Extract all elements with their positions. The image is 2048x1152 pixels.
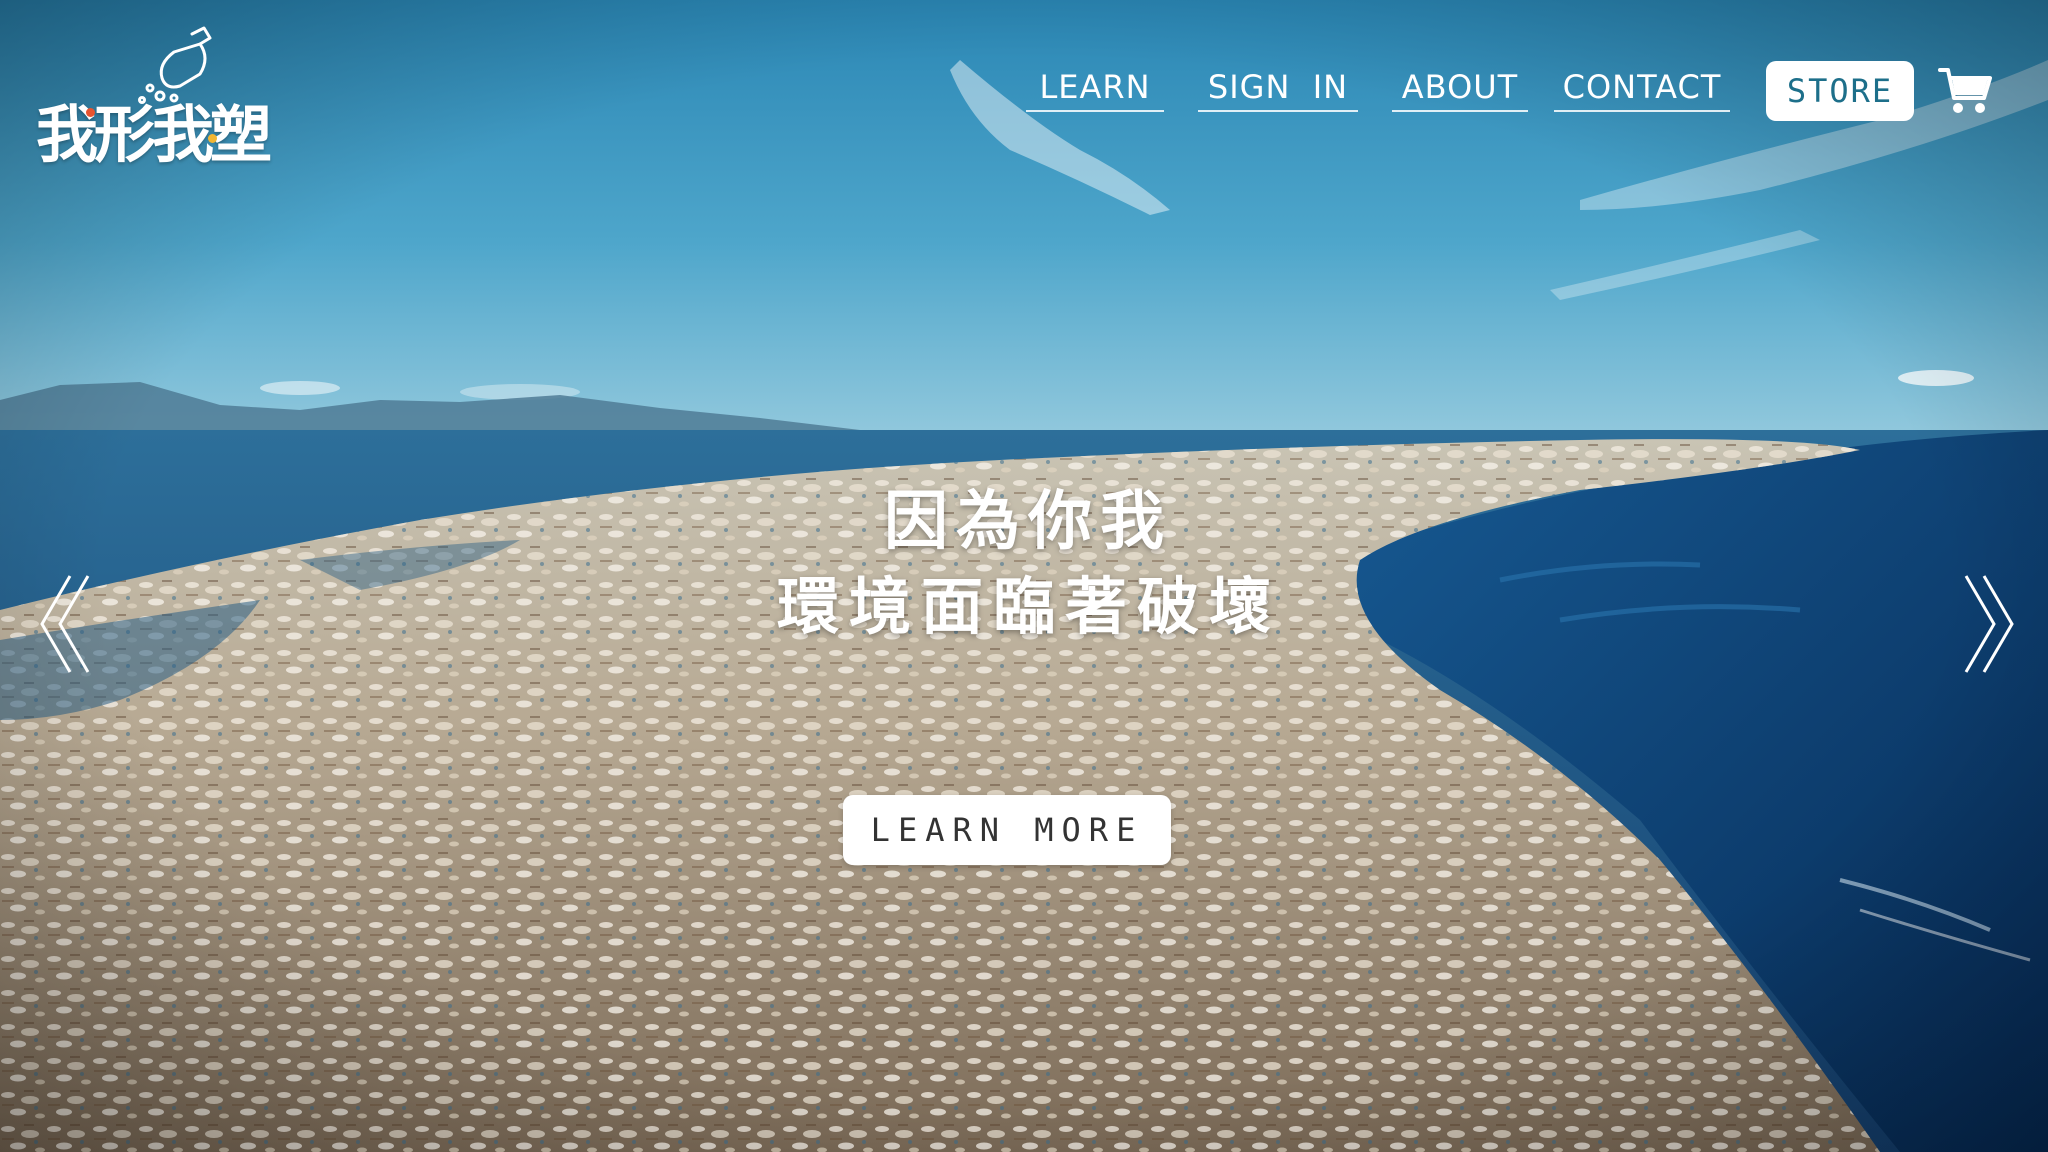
double-chevron-left-icon[interactable] xyxy=(36,572,92,676)
bottle-bubbles-icon xyxy=(138,26,212,104)
logo-accent-dot xyxy=(208,134,217,143)
hero-headline-line-1: 因為你我 xyxy=(884,485,1172,559)
brand-logo[interactable]: 我形我塑 xyxy=(36,24,286,184)
hero-headline-line-2: 環境面臨著破壞 xyxy=(776,570,1281,643)
learn-more-button[interactable]: LEARN MORE xyxy=(843,795,1171,865)
nav-link-learn[interactable]: LEARN xyxy=(1026,64,1164,112)
nav-link-sign-in[interactable]: SIGN IN xyxy=(1198,64,1358,112)
hero-banner: 我形我塑 LEARN SIGN IN ABOUT CONTACT STORE 因… xyxy=(0,0,2048,1152)
double-chevron-right-icon[interactable] xyxy=(1962,572,2018,676)
cart-icon[interactable] xyxy=(1938,64,1992,118)
logo-accent-dot xyxy=(86,108,95,117)
store-button[interactable]: STORE xyxy=(1766,61,1914,121)
nav-link-about[interactable]: ABOUT xyxy=(1392,64,1528,112)
nav-link-contact[interactable]: CONTACT xyxy=(1554,64,1730,112)
brand-logo-text: 我形我塑 xyxy=(36,98,272,171)
